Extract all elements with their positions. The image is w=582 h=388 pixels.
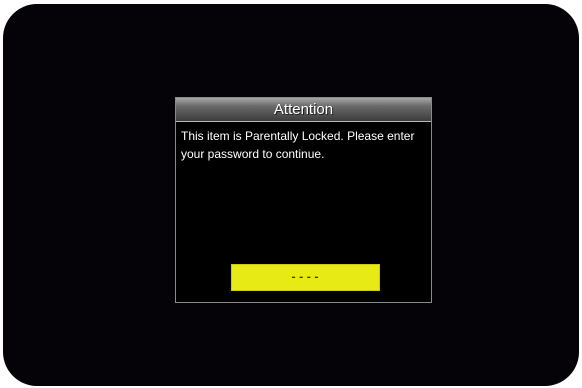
- password-mask: ----: [290, 271, 321, 284]
- dialog-message: This item is Parentally Locked. Please e…: [181, 129, 415, 161]
- dialog-header: Attention: [176, 98, 431, 122]
- tv-screen: Attention This item is Parentally Locked…: [3, 4, 579, 386]
- password-input[interactable]: ----: [231, 264, 380, 291]
- parental-lock-dialog: Attention This item is Parentally Locked…: [175, 97, 432, 303]
- dialog-title: Attention: [273, 101, 334, 118]
